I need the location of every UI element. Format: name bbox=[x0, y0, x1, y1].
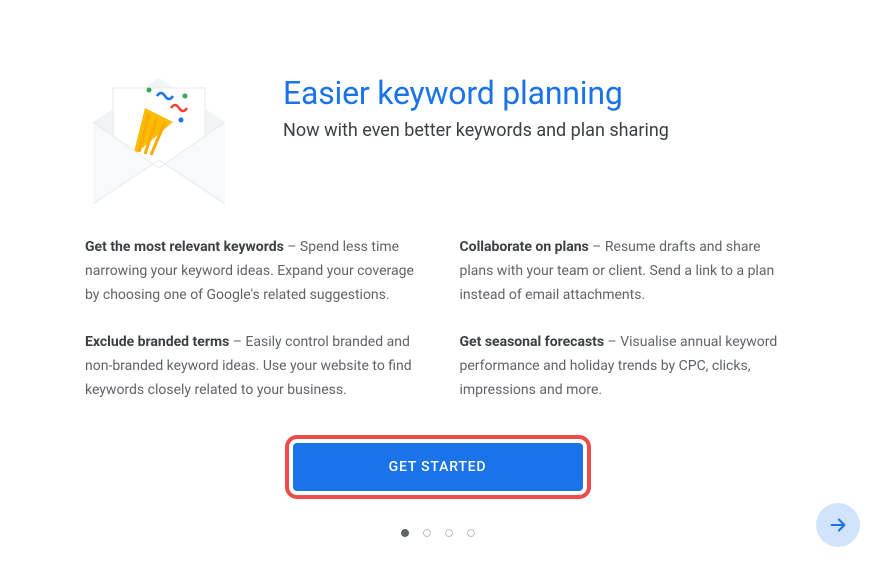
feature-title: Get seasonal forecasts bbox=[460, 334, 605, 350]
feature-item: Collaborate on plans – Resume drafts and… bbox=[460, 236, 791, 307]
pagination-dot-2[interactable] bbox=[423, 529, 431, 537]
next-button[interactable] bbox=[816, 503, 860, 547]
cta-highlight-box: GET STARTED bbox=[285, 435, 591, 499]
arrow-right-icon bbox=[827, 514, 849, 536]
feature-item: Exclude branded terms – Easily control b… bbox=[85, 331, 416, 402]
get-started-button[interactable]: GET STARTED bbox=[293, 443, 583, 491]
envelope-confetti-icon bbox=[85, 60, 233, 208]
pagination-dot-4[interactable] bbox=[467, 529, 475, 537]
feature-title: Collaborate on plans bbox=[460, 239, 589, 255]
pagination-dot-1[interactable] bbox=[401, 529, 409, 537]
pagination-dots bbox=[85, 529, 790, 537]
pagination-dot-3[interactable] bbox=[445, 529, 453, 537]
feature-title: Get the most relevant keywords bbox=[85, 239, 284, 255]
page-subtitle: Now with even better keywords and plan s… bbox=[283, 120, 669, 141]
feature-title: Exclude branded terms bbox=[85, 334, 229, 350]
feature-item: Get the most relevant keywords – Spend l… bbox=[85, 236, 416, 307]
page-title: Easier keyword planning bbox=[283, 74, 669, 112]
features-grid: Get the most relevant keywords – Spend l… bbox=[85, 236, 790, 403]
feature-item: Get seasonal forecasts – Visualise annua… bbox=[460, 331, 791, 402]
